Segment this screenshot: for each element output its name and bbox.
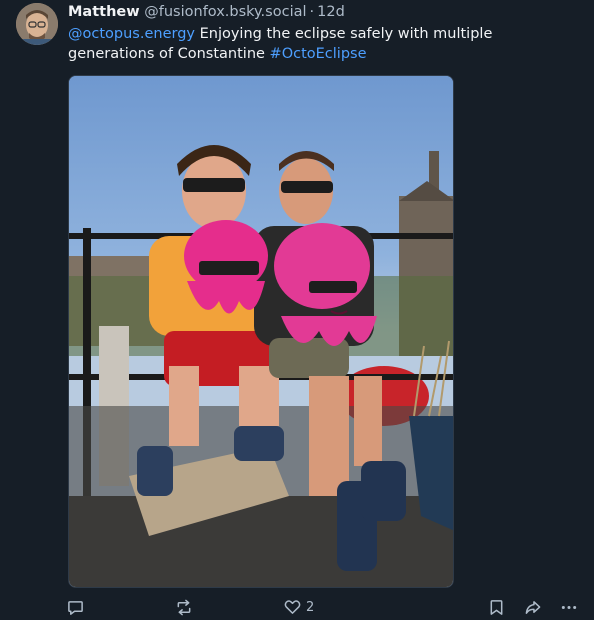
like-button[interactable]: 2 [284, 596, 314, 618]
post-actions: 2 [0, 596, 594, 618]
more-options-button[interactable] [560, 596, 578, 618]
post-time[interactable]: 12d [317, 4, 345, 20]
bookmark-icon [490, 599, 503, 615]
reply-button[interactable] [67, 596, 84, 618]
repost-icon [177, 599, 191, 615]
author-name[interactable]: Matthew [68, 4, 140, 20]
bookmark-button[interactable] [489, 596, 504, 618]
post-image[interactable] [68, 75, 454, 588]
like-count: 2 [306, 599, 315, 615]
reply-icon [68, 600, 83, 615]
user-avatar-icon [16, 3, 58, 45]
author-handle[interactable]: @fusionfox.bsky.social [144, 4, 306, 20]
share-icon [525, 600, 541, 614]
repost-button[interactable] [175, 596, 193, 618]
author-avatar[interactable] [16, 3, 58, 45]
post-text: @octopus.energy Enjoying the eclipse saf… [68, 24, 578, 64]
heart-icon [284, 600, 301, 614]
mention-link[interactable]: @octopus.energy [68, 26, 195, 42]
eclipse-photo [69, 76, 453, 587]
post-header: Matthew @fusionfox.bsky.social · 12d [68, 3, 345, 21]
post: Matthew @fusionfox.bsky.social · 12d @octo… [0, 0, 594, 620]
more-options-icon [561, 605, 577, 609]
hashtag-link[interactable]: #OctoEclipse [270, 46, 367, 62]
separator-dot: · [309, 4, 315, 20]
share-button[interactable] [524, 596, 542, 618]
